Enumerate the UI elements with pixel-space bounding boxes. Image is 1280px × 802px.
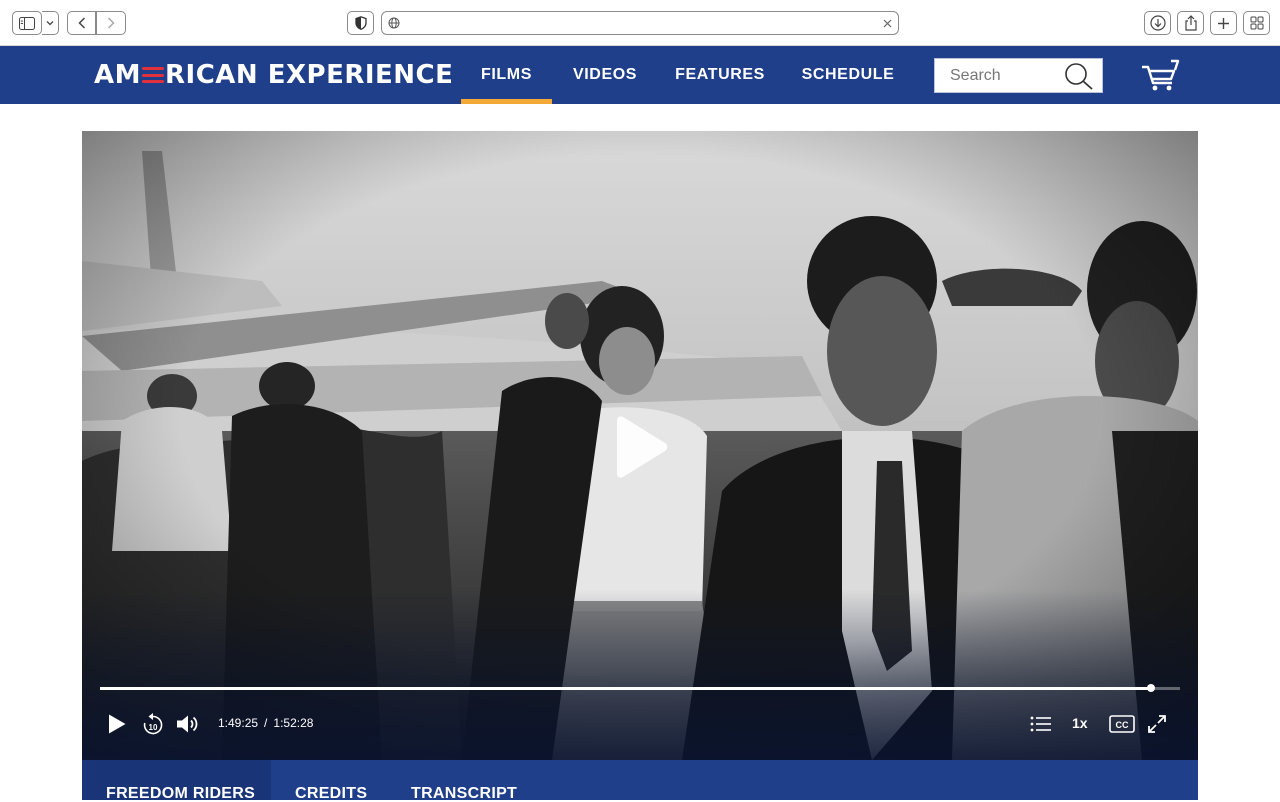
chevron-down-icon — [46, 21, 54, 26]
chapters-button[interactable] — [1028, 711, 1054, 737]
volume-button[interactable] — [174, 711, 202, 737]
clear-address-icon[interactable] — [883, 19, 892, 28]
nav-videos[interactable]: VIDEOS — [560, 46, 650, 104]
tab-transcript[interactable]: TRANSCRIPT — [411, 760, 541, 802]
fullscreen-icon — [1148, 715, 1166, 733]
forward-button[interactable] — [96, 11, 126, 35]
tab-credits[interactable]: CREDITS — [295, 760, 385, 802]
site-logo[interactable]: AM RICAN EXPERIENCE — [94, 60, 453, 90]
progress-scrubber[interactable] — [1146, 684, 1155, 692]
browser-toolbar — [0, 0, 1280, 46]
nav-label: FILMS — [481, 66, 532, 83]
volume-icon — [177, 715, 198, 733]
address-bar[interactable] — [381, 11, 899, 35]
sidebar-toggle-button[interactable] — [12, 11, 42, 35]
chapters-icon — [1030, 716, 1051, 732]
plus-icon — [1218, 17, 1229, 29]
back-button[interactable] — [67, 11, 96, 35]
closed-captions-button[interactable]: CC — [1108, 711, 1136, 737]
chevron-left-icon — [77, 17, 85, 29]
duration: 1:52:28 — [273, 716, 314, 730]
playback-speed-button[interactable]: 1x — [1072, 715, 1088, 731]
tab-freedom-riders[interactable]: FREEDOM RIDERS — [82, 760, 271, 802]
big-play-icon[interactable] — [613, 416, 669, 478]
search-box — [934, 58, 1103, 93]
current-time: 1:49:25 — [218, 716, 259, 730]
search-input[interactable] — [935, 59, 1065, 92]
share-button[interactable] — [1177, 11, 1204, 35]
video-player[interactable]: 10 1:49:25 / 1:52:28 1x CC — [82, 131, 1198, 760]
nav-label: FEATURES — [675, 66, 765, 83]
progress-bar[interactable] — [100, 684, 1180, 692]
sidebar-icon — [19, 16, 35, 30]
sidebar-menu-button[interactable] — [42, 11, 59, 35]
rewind-10-icon: 10 — [143, 713, 163, 735]
nav-label: VIDEOS — [572, 66, 638, 83]
svg-text:CC: CC — [1116, 720, 1129, 730]
download-icon — [1149, 15, 1166, 31]
search-icon[interactable] — [1064, 62, 1094, 90]
privacy-report-button[interactable] — [347, 11, 374, 35]
time-display: 1:49:25 / 1:52:28 — [218, 716, 313, 730]
site-header: AM RICAN EXPERIENCE FILMS VIDEOS FEATURE… — [0, 46, 1280, 104]
downloads-button[interactable] — [1144, 11, 1171, 35]
globe-icon — [388, 17, 400, 29]
play-button[interactable] — [104, 711, 130, 737]
time-separator: / — [264, 716, 268, 730]
logo-text-end: RICAN EXPERIENCE — [165, 60, 454, 90]
svg-text:10: 10 — [149, 723, 158, 732]
fullscreen-button[interactable] — [1144, 711, 1170, 737]
nav-films[interactable]: FILMS — [461, 46, 552, 104]
nav-label: SCHEDULE — [801, 66, 895, 83]
progress-fill — [100, 687, 1151, 690]
closed-captions-icon: CC — [1109, 715, 1135, 733]
share-icon — [1184, 15, 1197, 31]
play-icon — [109, 714, 126, 734]
chevron-right-icon — [107, 17, 115, 29]
logo-e-mark-icon — [142, 67, 164, 83]
shopping-cart-icon[interactable] — [1140, 58, 1180, 92]
new-tab-button[interactable] — [1210, 11, 1237, 35]
shield-icon — [354, 16, 367, 30]
content-tabs: FREEDOM RIDERS CREDITS TRANSCRIPT — [82, 760, 1198, 802]
grid-icon — [1250, 16, 1263, 30]
nav-features[interactable]: FEATURES — [666, 46, 774, 104]
nav-schedule[interactable]: SCHEDULE — [792, 46, 904, 104]
rewind-10-button[interactable]: 10 — [140, 711, 166, 737]
tab-overview-button[interactable] — [1243, 11, 1270, 35]
logo-text-start: AM — [94, 60, 141, 90]
